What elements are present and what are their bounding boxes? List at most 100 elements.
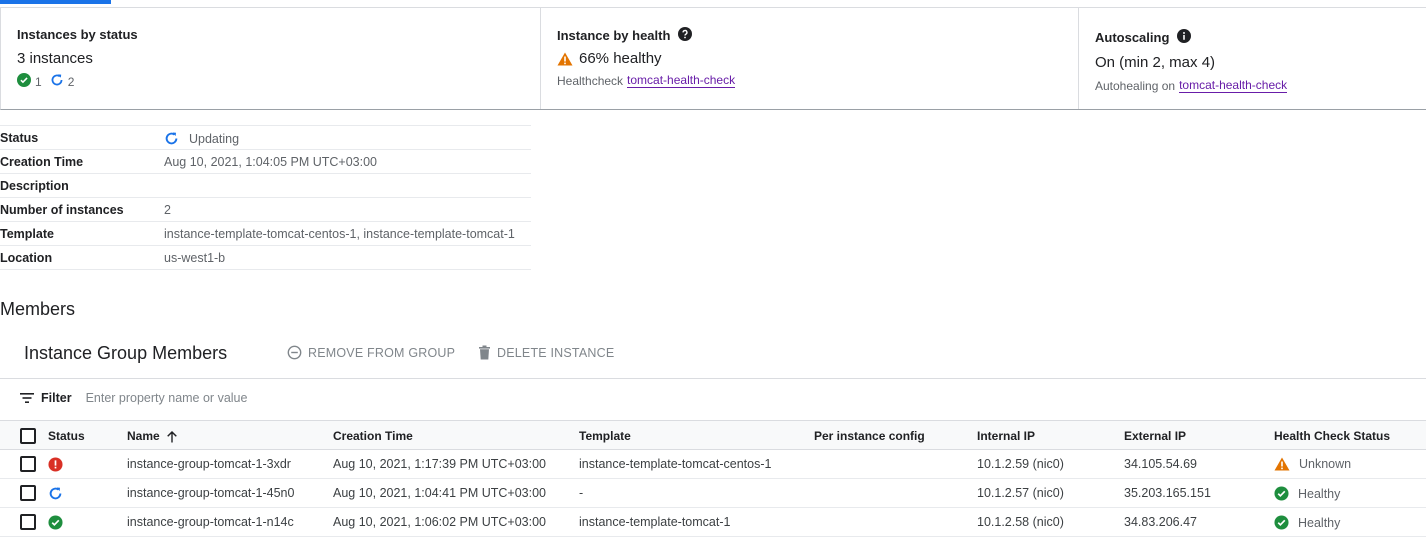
error-icon (48, 457, 68, 472)
table-row: instance-group-tomcat-1-3xdr Aug 10, 202… (0, 450, 1426, 479)
healthcheck-line: Healthcheck tomcat-health-check (557, 73, 736, 88)
column-header-creation-time[interactable]: Creation Time (333, 429, 413, 443)
column-header-internal-ip[interactable]: Internal IP (977, 429, 1035, 443)
summary-cards: Instances by status 3 instances 1 2 Inst… (0, 8, 1426, 110)
detail-key: Description (0, 179, 69, 193)
filter-icon[interactable] (20, 393, 34, 403)
internal-ip: 10.1.2.58 (nic0) (977, 515, 1064, 529)
members-heading: Members (0, 299, 76, 319)
autohealing-link[interactable]: tomcat-health-check (1179, 78, 1288, 93)
detail-row-status: Status Updating (0, 126, 531, 150)
delete-instance-label: DELETE INSTANCE (497, 345, 615, 360)
column-header-name[interactable]: Name (127, 429, 178, 443)
detail-key: Template (0, 227, 54, 241)
row-checkbox[interactable] (20, 485, 36, 501)
column-header-external-ip[interactable]: External IP (1124, 429, 1186, 443)
detail-key: Creation Time (0, 155, 84, 169)
details-table: Status Updating Creation Time Aug 10, 20… (0, 125, 531, 270)
instance-name[interactable]: instance-group-tomcat-1-n14c (127, 515, 294, 529)
creation-time: Aug 10, 2021, 1:06:02 PM UTC+03:00 (333, 515, 546, 529)
detail-row-description: Description (0, 174, 531, 198)
table-divider (0, 378, 1426, 379)
health-check-status: Healthy (1274, 486, 1340, 501)
filter-label: Filter (41, 391, 72, 405)
updating-icon (50, 73, 64, 90)
health-check-status-text: Unknown (1299, 457, 1352, 471)
active-tab-indicator (0, 0, 111, 4)
health-card-title-text: Instance by health (557, 28, 671, 43)
select-all-checkbox[interactable] (20, 428, 36, 444)
autohealing-prefix: Autohealing on (1095, 78, 1176, 93)
table-row: instance-group-tomcat-1-45n0 Aug 10, 202… (0, 479, 1426, 508)
detail-key: Location (0, 251, 53, 265)
trash-icon (478, 345, 497, 360)
check-circle-icon (48, 515, 68, 530)
detail-key: Status (0, 131, 39, 145)
autoscaling-card: Autoscaling On (min 2, max 4) Autohealin… (1079, 8, 1426, 109)
healthcheck-prefix: Healthcheck (557, 73, 624, 88)
remove-circle-icon (287, 345, 308, 360)
health-check-status: Healthy (1274, 515, 1340, 530)
warning-icon (557, 52, 573, 66)
external-ip: 34.83.206.47 (1124, 515, 1197, 529)
detail-value: 2 (164, 203, 171, 217)
column-header-health-check-status[interactable]: Health Check Status (1274, 429, 1390, 443)
column-header-template[interactable]: Template (579, 429, 631, 443)
status-card-title: Instances by status (17, 27, 138, 42)
row-checkbox[interactable] (20, 514, 36, 530)
sort-ascending-icon (160, 430, 178, 443)
autoscaling-card-title: Autoscaling (1095, 29, 1192, 46)
detail-value: Aug 10, 2021, 1:04:05 PM UTC+03:00 (164, 155, 377, 169)
delete-instance-button[interactable]: DELETE INSTANCE (478, 345, 614, 360)
remove-from-group-button[interactable]: REMOVE FROM GROUP (287, 345, 455, 360)
health-value: 66% healthy (557, 50, 662, 67)
internal-ip: 10.1.2.59 (nic0) (977, 457, 1064, 471)
detail-row-creation-time: Creation Time Aug 10, 2021, 1:04:05 PM U… (0, 150, 531, 174)
internal-ip: 10.1.2.57 (nic0) (977, 486, 1064, 500)
template[interactable]: instance-template-tomcat-1 (579, 515, 730, 529)
instances-count: 3 instances (17, 50, 93, 67)
info-icon[interactable] (1177, 29, 1192, 46)
column-header-per-instance-config[interactable]: Per instance config (814, 429, 925, 443)
healthy-count: 1 (35, 74, 42, 89)
table-header: Status Name Creation Time Template Per i… (0, 420, 1426, 450)
external-ip: 34.105.54.69 (1124, 457, 1197, 471)
status-card: Instances by status 3 instances 1 2 (1, 8, 541, 109)
instance-name[interactable]: instance-group-tomcat-1-3xdr (127, 457, 291, 471)
autohealing-line: Autohealing on tomcat-health-check (1095, 78, 1288, 93)
detail-key: Number of instances (0, 203, 124, 217)
status-value-text: Updating (189, 131, 240, 146)
row-checkbox[interactable] (20, 456, 36, 472)
health-value-text: 66% healthy (579, 50, 662, 67)
autoscaling-title-text: Autoscaling (1095, 30, 1170, 45)
template[interactable]: instance-template-tomcat-centos-1 (579, 457, 771, 471)
help-icon[interactable] (678, 27, 693, 44)
check-circle-icon (17, 73, 31, 90)
detail-row-template: Template instance-template-tomcat-centos… (0, 222, 531, 246)
detail-value: us-west1-b (164, 251, 226, 265)
status-counts: 1 2 (17, 73, 82, 90)
creation-time: Aug 10, 2021, 1:17:39 PM UTC+03:00 (333, 457, 546, 471)
updating-count: 2 (67, 74, 75, 89)
column-header-name-label: Name (127, 429, 160, 443)
health-card-title: Instance by health (557, 27, 693, 44)
group-members-title: Instance Group Members (24, 343, 228, 363)
detail-value: Updating (164, 131, 531, 146)
healthcheck-link[interactable]: tomcat-health-check (627, 73, 736, 88)
detail-value: instance-template-tomcat-centos-1, insta… (164, 227, 515, 241)
health-check-status: Unknown (1274, 457, 1351, 471)
filter-input[interactable] (85, 391, 386, 405)
column-header-status[interactable]: Status (48, 429, 85, 443)
filter-bar: Filter (20, 391, 386, 405)
instance-name[interactable]: instance-group-tomcat-1-45n0 (127, 486, 294, 500)
external-ip: 35.203.165.151 (1124, 486, 1211, 500)
warning-icon (1274, 457, 1295, 471)
remove-from-group-label: REMOVE FROM GROUP (308, 345, 456, 360)
check-circle-icon (1274, 515, 1294, 530)
detail-row-location: Location us-west1-b (0, 246, 531, 270)
detail-row-number-of-instances: Number of instances 2 (0, 198, 531, 222)
creation-time: Aug 10, 2021, 1:04:41 PM UTC+03:00 (333, 486, 546, 500)
check-circle-icon (1274, 486, 1294, 501)
updating-icon (48, 486, 68, 501)
health-check-status-text: Healthy (1298, 515, 1341, 530)
